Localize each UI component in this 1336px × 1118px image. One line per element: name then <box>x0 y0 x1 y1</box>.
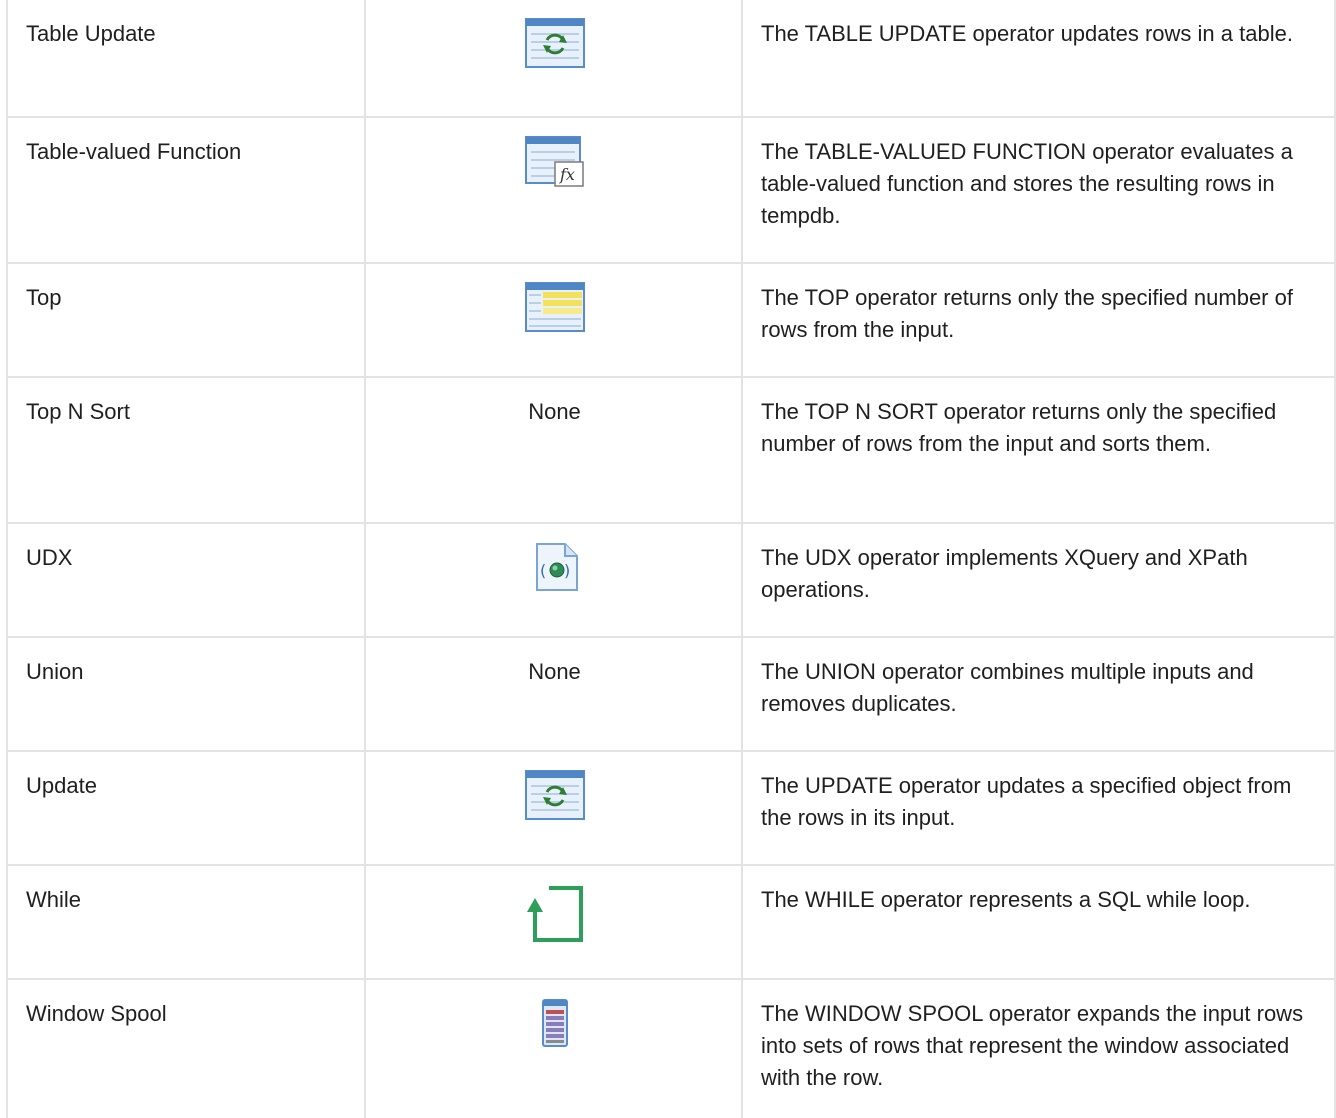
operator-name: Union <box>26 659 84 684</box>
window-spool-icon <box>541 999 568 1047</box>
operator-icon-cell: None <box>366 396 743 428</box>
table-valued-function-icon: fx <box>524 136 584 187</box>
svg-text:(: ( <box>540 561 546 580</box>
operator-name: Update <box>26 773 97 798</box>
table-row: UDX ( ) The UDX operator implements XQue… <box>6 522 1336 636</box>
operator-name: While <box>26 887 82 912</box>
update-icon <box>524 770 585 820</box>
operator-description: The TABLE UPDATE operator updates rows i… <box>761 21 1293 46</box>
table-row: Top N Sort None The TOP N SORT operator … <box>6 376 1336 522</box>
operator-description: The UDX operator implements XQuery and X… <box>761 545 1248 602</box>
operator-icon-cell <box>366 282 743 332</box>
operator-icon-cell <box>366 18 743 68</box>
no-icon-text: None <box>528 399 581 424</box>
svg-text:fx: fx <box>559 165 575 184</box>
operator-description: The UNION operator combines multiple inp… <box>761 659 1254 716</box>
udx-icon: ( ) <box>535 543 578 591</box>
svg-text:): ) <box>564 561 570 580</box>
while-loop-icon <box>526 886 583 942</box>
operator-name: Top <box>26 285 62 310</box>
table-row: Table Update The TABLE UPDATE operator u… <box>6 0 1336 116</box>
operator-icon-cell: None <box>366 656 743 688</box>
table-row: Update The UPDATE operator updates a spe… <box>6 750 1336 864</box>
table-row: Table-valued Function fx The TABLE-VALUE… <box>6 116 1336 262</box>
operator-icon-cell <box>366 770 743 820</box>
operator-icon-cell <box>366 998 743 1048</box>
table-row: Union None The UNION operator combines m… <box>6 636 1336 750</box>
operator-icon-cell: ( ) <box>366 542 743 592</box>
table-update-icon <box>524 18 585 68</box>
table-row: While The WHILE operator represents a SQ… <box>6 864 1336 978</box>
operator-icon-cell: fx <box>366 136 743 188</box>
operator-description: The TABLE-VALUED FUNCTION operator evalu… <box>761 139 1293 228</box>
table-row: Top The TOP operator returns only the sp… <box>6 262 1336 376</box>
operator-name: Window Spool <box>26 1001 167 1026</box>
operator-name: UDX <box>26 545 73 570</box>
operator-name: Table Update <box>26 21 156 46</box>
top-icon <box>524 282 585 332</box>
operator-icon-cell <box>366 884 743 944</box>
table-row: Window Spool The WINDOW SPOOL operator e… <box>6 978 1336 1118</box>
operator-description: The TOP N SORT operator returns only the… <box>761 399 1277 456</box>
operator-table: Table Update The TABLE UPDATE operator u… <box>0 0 1336 1118</box>
operator-description: The TOP operator returns only the specif… <box>761 285 1293 342</box>
operator-description: The WHILE operator represents a SQL whil… <box>761 887 1251 912</box>
operator-description: The WINDOW SPOOL operator expands the in… <box>761 1001 1304 1090</box>
no-icon-text: None <box>528 659 581 684</box>
operator-name: Top N Sort <box>26 399 130 424</box>
operator-description: The UPDATE operator updates a specified … <box>761 773 1292 830</box>
operator-name: Table-valued Function <box>26 139 242 164</box>
